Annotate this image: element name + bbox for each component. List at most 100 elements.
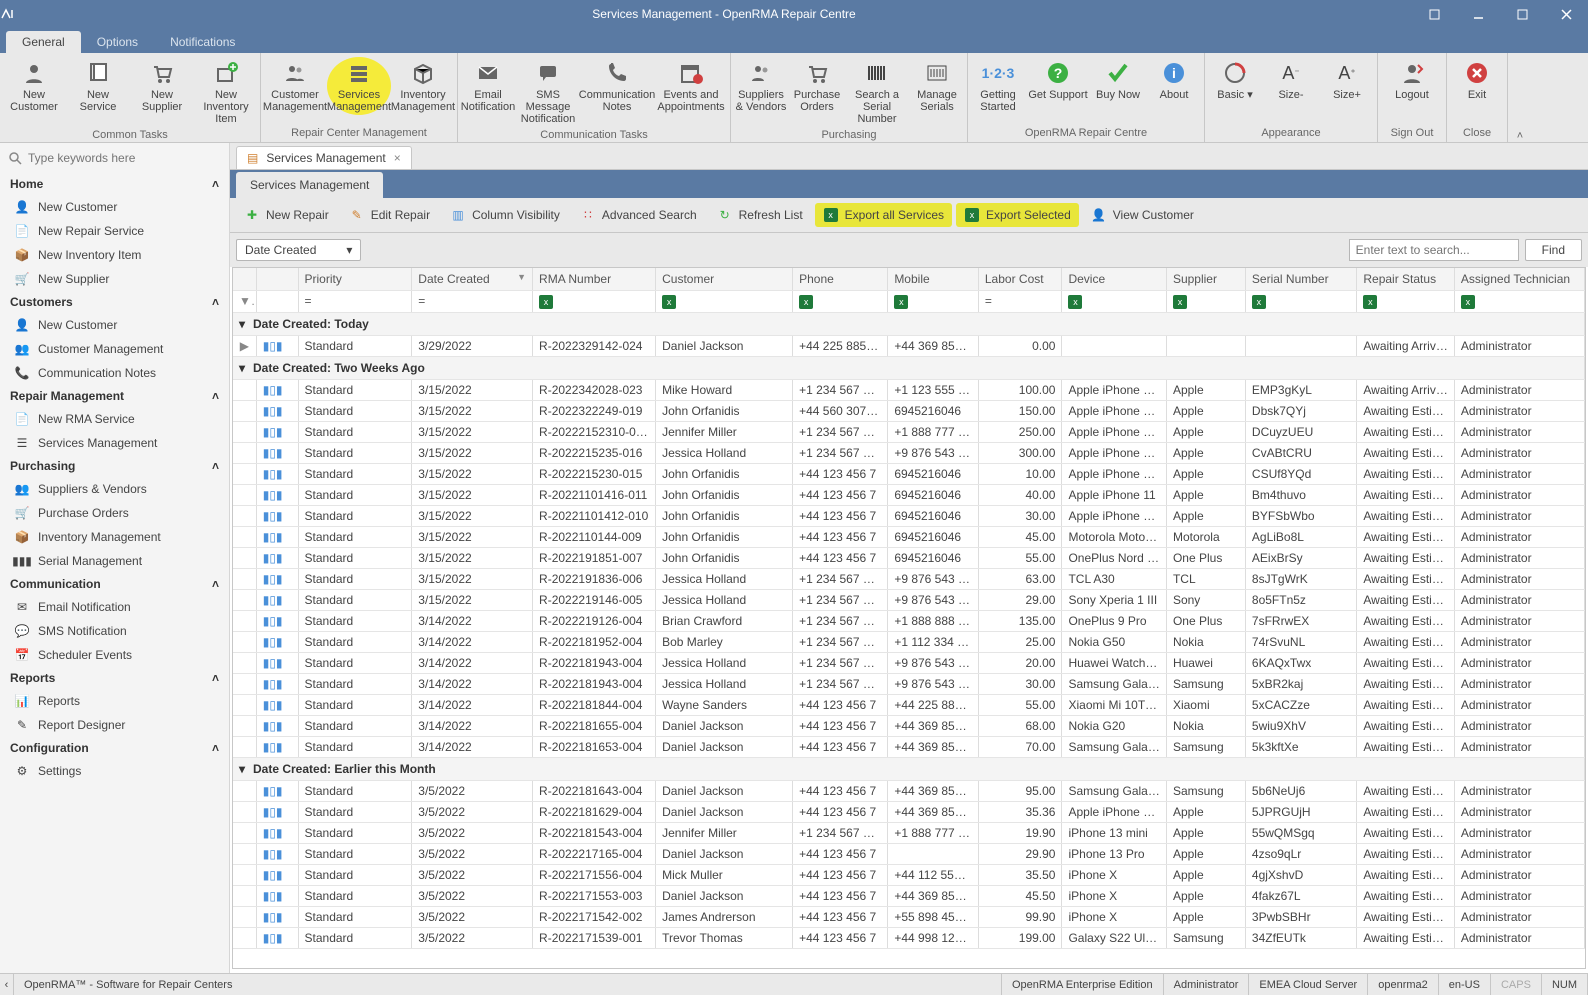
inner-tab-services[interactable]: Services Management	[236, 172, 383, 198]
table-row[interactable]: ▮▯▮Standard3/14/2022R-2022219126-004Bria…	[233, 610, 1585, 631]
tab-notifications[interactable]: Notifications	[154, 31, 251, 53]
export-all-button[interactable]: xExport all Services	[815, 203, 952, 227]
filter-phone[interactable]: x	[793, 290, 888, 312]
table-row[interactable]: ▮▯▮Standard3/15/2022R-2022215235-016Jess…	[233, 442, 1585, 463]
events-appointments-button[interactable]: Events and Appointments	[654, 57, 728, 115]
sidebar-item-new-repair[interactable]: 📄New Repair Service	[0, 219, 229, 243]
table-row[interactable]: ▮▯▮Standard3/14/2022R-2022181655-004Dani…	[233, 715, 1585, 736]
filter-serial[interactable]: x	[1245, 290, 1356, 312]
tab-options[interactable]: Options	[81, 31, 154, 53]
sidebar-item-comm-notes[interactable]: 📞Communication Notes	[0, 361, 229, 385]
sidebar-item-report-designer[interactable]: ✎Report Designer	[0, 713, 229, 737]
inventory-management-button[interactable]: Inventory Management	[391, 57, 455, 115]
table-row[interactable]: ▮▯▮Standard3/5/2022R-2022181629-004Danie…	[233, 801, 1585, 822]
communication-notes-button[interactable]: Communication Notes	[580, 57, 654, 115]
purchase-orders-button[interactable]: Purchase Orders	[789, 57, 845, 115]
about-button[interactable]: iAbout	[1146, 57, 1202, 103]
col-mobile[interactable]: Mobile	[888, 268, 979, 290]
search-serial-button[interactable]: Search a Serial Number	[845, 57, 909, 127]
sidebar-item-settings[interactable]: ⚙Settings	[0, 759, 229, 783]
table-row[interactable]: ▮▯▮Standard3/15/2022R-20221101412-010Joh…	[233, 505, 1585, 526]
doc-tab-services[interactable]: ▤ Services Management ×	[236, 146, 412, 169]
table-row[interactable]: ▮▯▮Standard3/5/2022R-2022181543-004Jenni…	[233, 822, 1585, 843]
sidebar-item-serial-mgmt[interactable]: ▮▮▮Serial Management	[0, 549, 229, 573]
group-row[interactable]: ▾Date Created: Two Weeks Ago	[233, 356, 1585, 379]
col-supplier[interactable]: Supplier	[1166, 268, 1245, 290]
filter-icon[interactable]: ▼	[233, 290, 256, 312]
ribbon-collapse-icon[interactable]: ˄	[1508, 53, 1532, 142]
sidebar-item-email[interactable]: ✉Email Notification	[0, 595, 229, 619]
table-row[interactable]: ▮▯▮Standard3/15/2022R-2022191836-006Jess…	[233, 568, 1585, 589]
table-row[interactable]: ▮▯▮Standard3/15/2022R-20221101416-011Joh…	[233, 484, 1585, 505]
filter-date[interactable]: =	[412, 290, 533, 312]
table-row[interactable]: ▮▯▮Standard3/14/2022R-2022181943-004Jess…	[233, 673, 1585, 694]
col-date[interactable]: Date Created▼	[412, 268, 533, 290]
table-row[interactable]: ▮▯▮Standard3/5/2022R-2022171539-001Trevo…	[233, 927, 1585, 948]
filter-device[interactable]: x	[1062, 290, 1166, 312]
services-management-button[interactable]: Services Management	[327, 57, 391, 115]
col-rma[interactable]: RMA Number	[533, 268, 656, 290]
sidebar-item-po[interactable]: 🛒Purchase Orders	[0, 501, 229, 525]
filter-labor[interactable]: =	[978, 290, 1062, 312]
theme-basic-button[interactable]: Basic ▾	[1207, 57, 1263, 103]
grid-search-input[interactable]	[1349, 239, 1519, 261]
table-row[interactable]: ▮▯▮Standard3/15/2022R-20222152310-017Jen…	[233, 421, 1585, 442]
table-row[interactable]: ▮▯▮Standard3/14/2022R-2022181653-004Dani…	[233, 736, 1585, 757]
refresh-list-button[interactable]: ↻Refresh List	[709, 203, 811, 227]
status-prev-icon[interactable]: ‹	[0, 974, 14, 995]
sidebar-group-purchasing[interactable]: Purchasing˄	[0, 455, 229, 477]
group-row[interactable]: ▾Date Created: Earlier this Month	[233, 757, 1585, 780]
sidebar-group-communication[interactable]: Communication˄	[0, 573, 229, 595]
sidebar-item-reports[interactable]: 📊Reports	[0, 689, 229, 713]
sidebar-group-home[interactable]: Home˄	[0, 173, 229, 195]
customer-management-button[interactable]: Customer Management	[263, 57, 327, 115]
table-row[interactable]: ▮▯▮Standard3/14/2022R-2022181952-004Bob …	[233, 631, 1585, 652]
sidebar-item-svc-mgmt[interactable]: ☰Services Management	[0, 431, 229, 455]
col-tech[interactable]: Assigned Technician	[1454, 268, 1584, 290]
size-plus-button[interactable]: A⁺Size+	[1319, 57, 1375, 103]
buy-now-button[interactable]: Buy Now	[1090, 57, 1146, 103]
filter-tech[interactable]: x	[1454, 290, 1584, 312]
sidebar-search-input[interactable]	[28, 151, 221, 165]
table-row[interactable]: ▮▯▮Standard3/5/2022R-2022217165-004Danie…	[233, 843, 1585, 864]
table-row[interactable]: ▮▯▮Standard3/14/2022R-2022181943-004Jess…	[233, 652, 1585, 673]
table-row[interactable]: ▮▯▮Standard3/14/2022R-2022181844-004Wayn…	[233, 694, 1585, 715]
window-minimize-icon[interactable]	[1456, 0, 1500, 28]
filter-priority[interactable]: =	[298, 290, 412, 312]
new-inventory-item-button[interactable]: New Inventory Item	[194, 57, 258, 127]
column-visibility-button[interactable]: ▥Column Visibility	[442, 203, 568, 227]
sidebar-item-cust-new[interactable]: 👤New Customer	[0, 313, 229, 337]
col-serial[interactable]: Serial Number	[1245, 268, 1356, 290]
table-row[interactable]: ▮▯▮Standard3/15/2022R-2022215230-015John…	[233, 463, 1585, 484]
advanced-search-button[interactable]: ∷Advanced Search	[572, 203, 705, 227]
group-row[interactable]: ▾Date Created: Today	[233, 312, 1585, 335]
view-customer-button[interactable]: 👤View Customer	[1083, 203, 1202, 227]
filter-status[interactable]: x	[1357, 290, 1455, 312]
filter-rma[interactable]: x	[533, 290, 656, 312]
table-row[interactable]: ▮▯▮Standard3/15/2022R-2022219146-005Jess…	[233, 589, 1585, 610]
table-row[interactable]: ▮▯▮Standard3/15/2022R-2022110144-009John…	[233, 526, 1585, 547]
col-customer[interactable]: Customer	[656, 268, 793, 290]
table-row[interactable]: ▮▯▮Standard3/5/2022R-2022181643-004Danie…	[233, 780, 1585, 801]
tab-general[interactable]: General	[6, 31, 81, 53]
table-row[interactable]: ▮▯▮Standard3/5/2022R-2022171556-004Mick …	[233, 864, 1585, 885]
new-supplier-button[interactable]: New Supplier	[130, 57, 194, 115]
new-service-button[interactable]: New Service	[66, 57, 130, 115]
filter-supplier[interactable]: x	[1166, 290, 1245, 312]
suppliers-vendors-button[interactable]: Suppliers & Vendors	[733, 57, 789, 115]
sidebar-item-suppliers[interactable]: 👥Suppliers & Vendors	[0, 477, 229, 501]
sidebar-group-customers[interactable]: Customers˄	[0, 291, 229, 313]
col-labor[interactable]: Labor Cost	[978, 268, 1062, 290]
email-notification-button[interactable]: Email Notification	[460, 57, 516, 115]
window-restore-icon[interactable]	[1412, 0, 1456, 28]
manage-serials-button[interactable]: Manage Serials	[909, 57, 965, 115]
sidebar-group-repair[interactable]: Repair Management˄	[0, 385, 229, 407]
table-row[interactable]: ▮▯▮Standard3/5/2022R-2022171553-003Danie…	[233, 885, 1585, 906]
sidebar-group-reports[interactable]: Reports˄	[0, 667, 229, 689]
filter-mobile[interactable]: x	[888, 290, 979, 312]
find-button[interactable]: Find	[1525, 239, 1582, 261]
edit-repair-button[interactable]: ✎Edit Repair	[341, 203, 438, 227]
sidebar-item-cust-mgmt[interactable]: 👥Customer Management	[0, 337, 229, 361]
sidebar-item-new-rma[interactable]: 📄New RMA Service	[0, 407, 229, 431]
export-selected-button[interactable]: xExport Selected	[956, 203, 1079, 227]
